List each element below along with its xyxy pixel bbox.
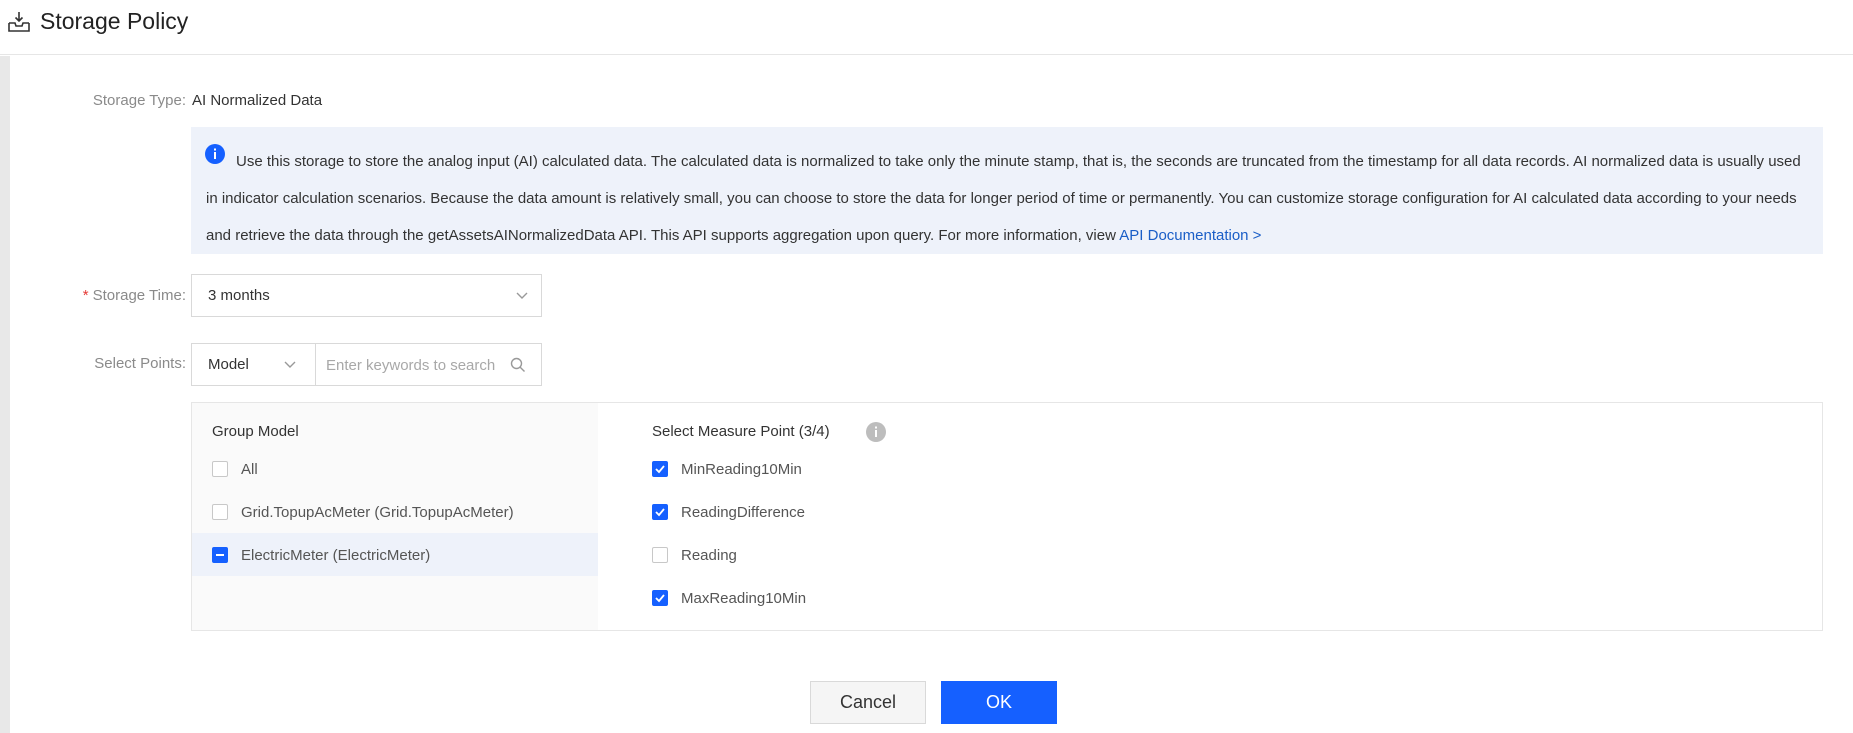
page-title: Storage Policy [40,8,189,34]
points-search-input[interactable] [324,350,498,381]
ok-button[interactable]: OK [941,681,1057,724]
checkbox-checked[interactable] [652,590,668,606]
checkbox-checked[interactable] [652,461,668,477]
model-filter-value: Model [208,356,249,373]
page-header: Storage Policy [0,0,1853,55]
storage-time-label-text: Storage Time: [92,287,186,304]
select-points-filter: Model [191,343,542,386]
measure-point-label: MaxReading10Min [681,590,807,607]
checkbox-checked[interactable] [652,504,668,520]
measure-point-item[interactable]: MaxReading10Min [632,576,1032,619]
info-body: Use this storage to store the analog inp… [206,153,1801,244]
measure-point-label: MinReading10Min [681,461,802,478]
storage-type-value: AI Normalized Data [192,92,323,109]
measure-point-item[interactable]: ReadingDifference [632,490,1032,533]
group-model-item-label: All [241,461,258,478]
group-model-item-label: ElectricMeter (ElectricMeter) [241,547,431,564]
search-icon[interactable] [510,357,526,373]
measure-point-item[interactable]: Reading [632,533,1032,576]
storage-time-label: * Storage Time: [40,287,186,304]
storage-type-label: Storage Type: [92,92,186,109]
api-documentation-link[interactable]: API Documentation > [1119,227,1261,244]
storage-time-value: 3 months [208,287,270,304]
checkbox-indeterminate[interactable] [212,547,228,563]
group-model-item-label: Grid.TopupAcMeter (Grid.TopupAcMeter) [241,504,514,521]
info-text: Use this storage to store the analog inp… [206,143,1806,254]
required-mark: * [82,287,89,304]
group-model-title: Group Model [212,423,299,440]
group-model-item-grid-topup[interactable]: Grid.TopupAcMeter (Grid.TopupAcMeter) [192,490,598,533]
group-model-item-all[interactable]: All [192,447,598,490]
points-panel: Group Model All Grid.TopupAcMeter (Grid.… [191,402,1823,631]
storage-tray-icon [8,12,30,32]
info-notice: Use this storage to store the analog inp… [191,127,1823,254]
measure-point-label: ReadingDifference [681,504,805,521]
checkbox[interactable] [212,461,228,477]
measure-point-title: Select Measure Point (3/4) [652,423,830,440]
select-points-label: Select Points: [94,355,186,372]
group-model-item-electric-meter[interactable]: ElectricMeter (ElectricMeter) [192,533,598,576]
measure-point-item[interactable]: MinReading10Min [632,447,1032,490]
storage-time-select[interactable]: 3 months [191,274,542,317]
group-model-column: Group Model All Grid.TopupAcMeter (Grid.… [192,403,598,630]
left-scroll-rail [0,56,10,733]
info-tooltip-icon[interactable] [866,422,886,442]
checkbox[interactable] [652,547,668,563]
cancel-button[interactable]: Cancel [810,681,926,724]
model-filter-select[interactable]: Model [192,344,316,385]
chevron-down-icon [284,361,296,368]
checkbox[interactable] [212,504,228,520]
chevron-down-icon [516,292,528,299]
measure-point-label: Reading [681,547,737,564]
